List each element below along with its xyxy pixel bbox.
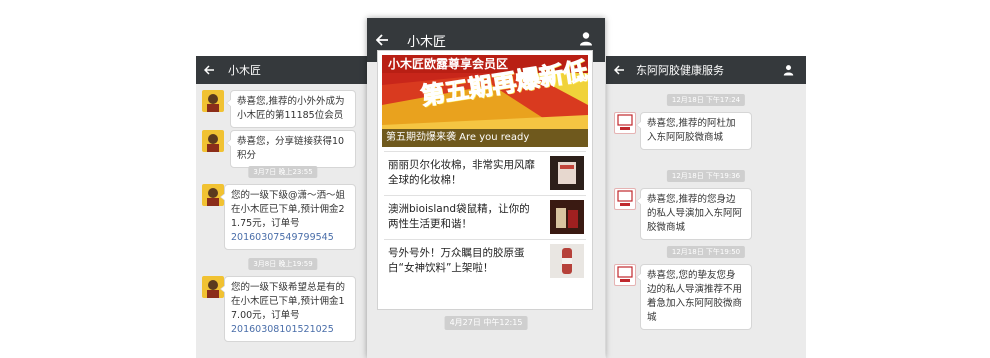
article-thumbnail [550,200,584,234]
news-card[interactable]: 小木匠欧露尊享会员区 第五期再爆新低 第五期劲爆来袭 Are you ready… [377,50,593,310]
timestamp: 3月8日 晚上19:59 [248,258,318,270]
message-bubble[interactable]: 恭喜您，分享链接获得10积分 [226,130,356,168]
message-text: 恭喜您,您的挚友您身边的私人导演推荐不用着急加入东阿阿胶微商城 [647,270,743,323]
chat-title: 小木匠 [407,34,447,50]
right-chat-panel: 东阿阿胶健康服务 12月18日 下午17:24 恭喜您,推荐的阿杜加入东阿阿胶微… [606,56,806,358]
article-thumbnail [550,244,584,278]
message-text: 恭喜您,推荐的小外外成为小木匠的第11185位会员 [237,96,345,121]
back-arrow-icon[interactable] [196,56,222,84]
promo-banner[interactable]: 小木匠欧露尊享会员区 第五期再爆新低 第五期劲爆来袭 Are you ready [382,55,588,147]
message-text: 您的一级下级希望总是有的在小木匠已下单,预计佣金17.00元，订单号 [231,282,346,321]
message-bubble[interactable]: 您的一级下级@潇～洒～姐在小木匠已下单,预计佣金21.75元，订单号 20160… [220,184,356,250]
profile-icon[interactable] [579,31,593,50]
message-bubble[interactable]: 恭喜您,推荐的小外外成为小木匠的第11185位会员 [226,90,356,128]
banner-caption: 第五期劲爆来袭 Are you ready [382,129,588,147]
avatar[interactable] [614,264,636,286]
message-bubble[interactable]: 恭喜您,推荐的您身边的私人导演加入东阿阿胶微商城 [636,188,752,240]
timestamp: 3月7日 晚上23:55 [248,166,318,178]
article-title: 号外号外！万众瞩目的胶原蛋白“女神饮料”上架啦！ [388,247,525,274]
message-text: 恭喜您,推荐的阿杜加入东阿阿胶微商城 [647,118,736,143]
avatar[interactable] [614,188,636,210]
order-number-link[interactable]: 20160307549799545 [231,231,349,245]
article-item[interactable]: 澳洲bioisland袋鼠精，让你的两性生活更和谐！ [384,195,586,239]
chat-title: 小木匠 [228,64,261,77]
article-item[interactable]: 丽丽贝尔化妆棉，非常实用风靡全球的化妆棉！ [384,151,586,195]
timestamp: 4月27日 中午12:15 [444,316,528,330]
avatar[interactable] [202,130,224,152]
back-arrow-icon[interactable] [606,56,632,84]
timestamp: 12月18日 下午19:50 [666,246,746,258]
order-number-link[interactable]: 20160308101521025 [231,323,349,337]
article-thumbnail [550,156,584,190]
message-text: 您的一级下级@潇～洒～姐在小木匠已下单,预计佣金21.75元，订单号 [231,190,346,229]
avatar[interactable] [614,112,636,134]
timestamp: 12月18日 下午19:36 [666,170,746,182]
message-text: 恭喜您，分享链接获得10积分 [237,136,345,161]
message-bubble[interactable]: 恭喜您,推荐的阿杜加入东阿阿胶微商城 [636,112,752,150]
chat-title: 东阿阿胶健康服务 [636,64,724,77]
avatar[interactable] [202,90,224,112]
right-nav-bar: 东阿阿胶健康服务 [606,56,806,84]
middle-chat-panel: 小木匠 小木匠欧露尊享会员区 第五期再爆新低 第五期劲爆来袭 Are you r… [367,18,605,358]
message-bubble[interactable]: 恭喜您,您的挚友您身边的私人导演推荐不用着急加入东阿阿胶微商城 [636,264,752,330]
article-title: 澳洲bioisland袋鼠精，让你的两性生活更和谐！ [388,203,530,230]
message-text: 恭喜您,推荐的您身边的私人导演加入东阿阿胶微商城 [647,194,743,233]
timestamp: 12月18日 下午17:24 [666,94,746,106]
profile-icon[interactable] [783,61,794,80]
left-chat-panel: 小木匠 恭喜您,推荐的小外外成为小木匠的第11185位会员 恭喜您，分享链接获得… [196,56,370,358]
article-item[interactable]: 号外号外！万众瞩目的胶原蛋白“女神饮料”上架啦！ [384,239,586,287]
left-nav-bar: 小木匠 [196,56,370,84]
article-title: 丽丽贝尔化妆棉，非常实用风靡全球的化妆棉！ [388,159,535,186]
message-bubble[interactable]: 您的一级下级希望总是有的在小木匠已下单,预计佣金17.00元，订单号 20160… [220,276,356,342]
